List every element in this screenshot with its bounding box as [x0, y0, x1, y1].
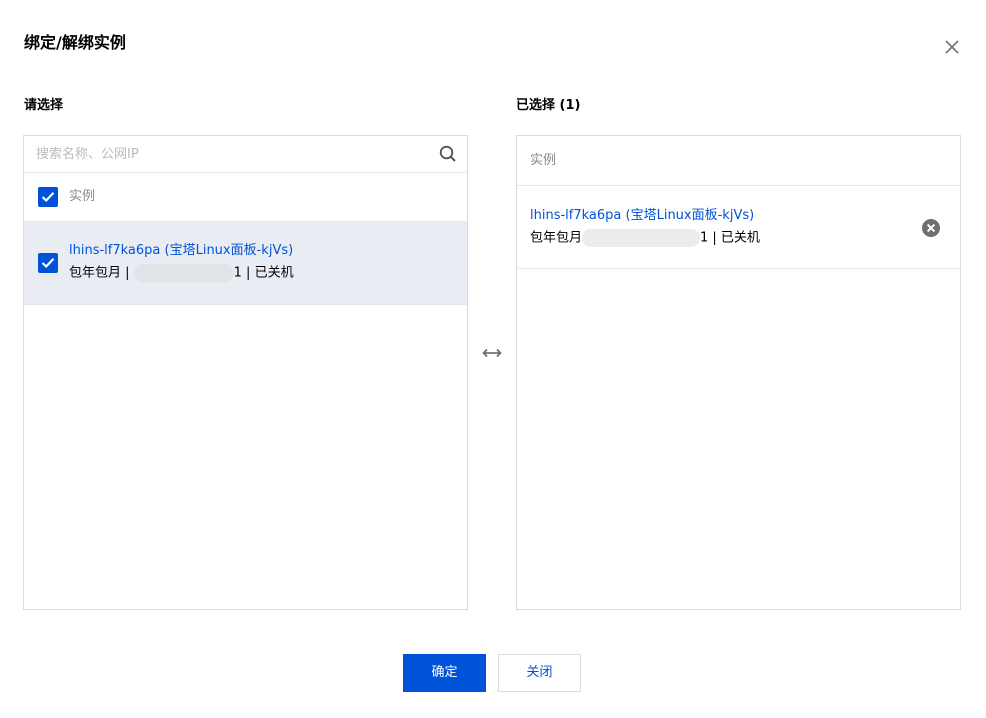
close-button[interactable]: 关闭 — [498, 654, 581, 692]
right-section-label: 已选择 (1) — [516, 98, 581, 113]
search-icon[interactable] — [439, 145, 457, 163]
select-all-checkbox[interactable] — [38, 187, 58, 207]
redacted-ip — [582, 229, 701, 247]
left-table-header: 实例 — [24, 173, 467, 222]
remove-circle-icon[interactable] — [921, 218, 941, 238]
billing-type: 包年包月 — [530, 230, 583, 246]
instance-meta: 包年包月 | 1 | 已关机 — [69, 264, 294, 283]
item-checkbox[interactable] — [38, 253, 58, 273]
list-item: lhins-lf7ka6pa (宝塔Linux面板-kjVs) 包年包月 1 | … — [517, 186, 960, 269]
swap-icon — [481, 345, 503, 361]
search-row — [24, 136, 467, 173]
left-column-header: 实例 — [69, 189, 96, 204]
selected-panel: 实例 lhins-lf7ka6pa (宝塔Linux面板-kjVs) 包年包月 1… — [516, 135, 961, 610]
available-panel: 实例 lhins-lf7ka6pa (宝塔Linux面板-kjVs) 包年包月 … — [23, 135, 468, 610]
instance-status: 1 | 已关机 — [233, 265, 294, 281]
right-table-header: 实例 — [517, 136, 960, 186]
close-icon[interactable] — [941, 36, 963, 58]
confirm-button[interactable]: 确定 — [403, 654, 486, 692]
list-item[interactable]: lhins-lf7ka6pa (宝塔Linux面板-kjVs) 包年包月 | 1… — [24, 222, 467, 305]
instance-name-link[interactable]: lhins-lf7ka6pa (宝塔Linux面板-kjVs) — [69, 242, 293, 260]
right-column-header: 实例 — [530, 153, 557, 168]
billing-type: 包年包月 | — [69, 265, 134, 281]
instance-name-link[interactable]: lhins-lf7ka6pa (宝塔Linux面板-kjVs) — [530, 207, 754, 225]
dialog-title: 绑定/解绑实例 — [24, 33, 126, 52]
redacted-ip — [133, 264, 234, 282]
instance-status: 1 | 已关机 — [700, 230, 760, 246]
search-input[interactable] — [24, 136, 424, 172]
instance-meta: 包年包月 1 | 已关机 — [530, 229, 760, 248]
left-section-label: 请选择 — [24, 98, 64, 113]
